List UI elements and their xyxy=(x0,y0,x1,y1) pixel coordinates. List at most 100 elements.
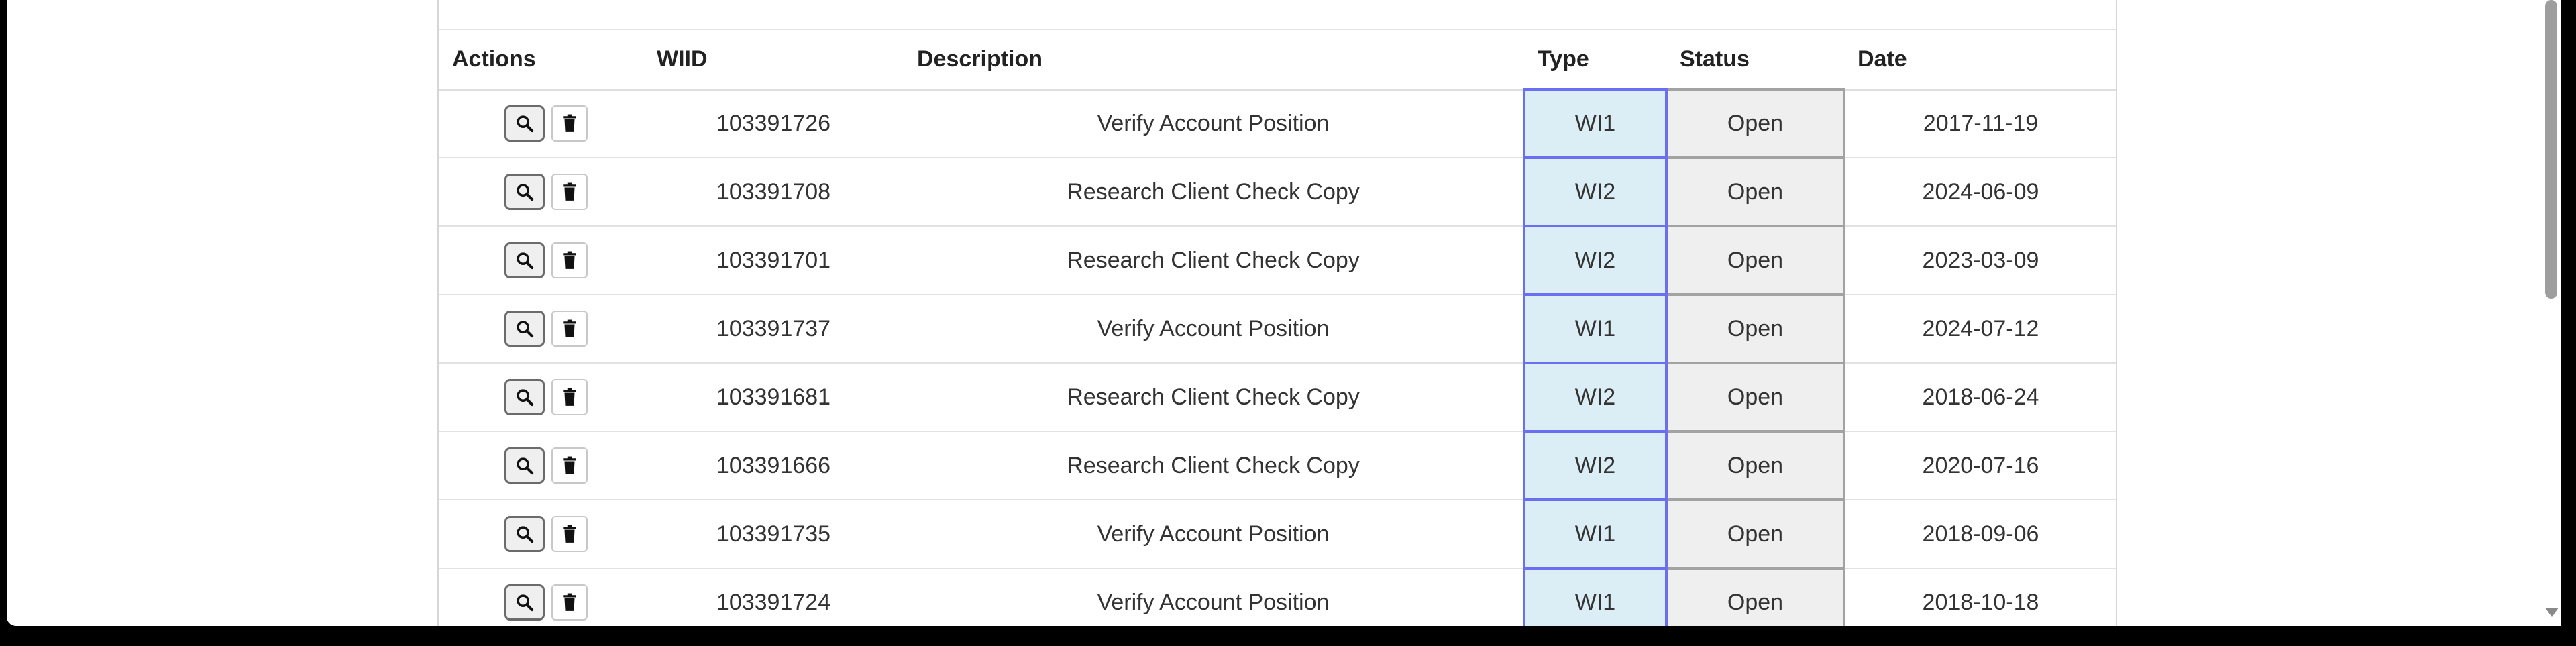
column-header-wiid[interactable]: WIID xyxy=(643,30,904,91)
search-icon xyxy=(517,321,534,338)
row-actions xyxy=(439,89,643,158)
table-header-row: Actions WIID Description Type Status Dat… xyxy=(439,30,2116,91)
description-cell: Verify Account Position xyxy=(904,568,1524,626)
type-cell[interactable]: WI2 xyxy=(1523,430,1668,500)
row-actions xyxy=(439,431,643,500)
column-header-actions: Actions xyxy=(439,30,643,91)
view-button[interactable] xyxy=(504,242,545,278)
delete-button[interactable] xyxy=(551,379,588,415)
search-icon xyxy=(517,457,534,475)
date-cell: 2020-07-16 xyxy=(1844,431,2116,500)
row-actions xyxy=(439,226,643,295)
view-button[interactable] xyxy=(504,516,545,552)
status-cell[interactable]: Open xyxy=(1665,88,1845,158)
trash-icon xyxy=(563,182,576,201)
column-header-date[interactable]: Date xyxy=(1844,30,2116,91)
delete-button[interactable] xyxy=(551,584,588,621)
search-icon xyxy=(517,526,534,543)
scroll-down-arrow-icon[interactable] xyxy=(2545,608,2559,617)
trash-icon xyxy=(563,388,576,406)
table-row[interactable]: 103391666 Research Client Check Copy WI2… xyxy=(439,430,2116,500)
date-cell: 2024-07-12 xyxy=(1844,294,2116,364)
row-actions xyxy=(439,363,643,432)
browser-viewport: Actions WIID Description Type Status Dat… xyxy=(7,0,2541,626)
search-icon xyxy=(517,594,534,612)
delete-button[interactable] xyxy=(551,311,588,347)
vertical-scrollbar[interactable] xyxy=(2541,0,2561,626)
delete-button[interactable] xyxy=(551,242,588,278)
trash-icon xyxy=(563,593,576,611)
table-row[interactable]: 103391681 Research Client Check Copy WI2… xyxy=(439,362,2116,432)
description-cell: Research Client Check Copy xyxy=(904,226,1524,295)
status-cell[interactable]: Open xyxy=(1665,498,1845,569)
window-edge xyxy=(2561,0,2576,646)
column-header-description[interactable]: Description xyxy=(904,30,1524,91)
table-row[interactable]: 103391701 Research Client Check Copy WI2… xyxy=(439,225,2116,295)
delete-button[interactable] xyxy=(551,516,588,552)
view-button[interactable] xyxy=(504,447,545,484)
wiid-cell: 103391666 xyxy=(643,431,904,500)
trash-icon xyxy=(563,456,576,474)
table-row[interactable]: 103391726 Verify Account Position WI1 Op… xyxy=(439,88,2116,158)
description-cell: Research Client Check Copy xyxy=(904,431,1524,500)
table-row[interactable]: 103391708 Research Client Check Copy WI2… xyxy=(439,156,2116,227)
type-cell[interactable]: WI1 xyxy=(1523,498,1668,569)
column-header-status[interactable]: Status xyxy=(1666,30,1844,91)
table-row[interactable]: 103391724 Verify Account Position WI1 Op… xyxy=(439,567,2116,626)
view-button[interactable] xyxy=(504,311,545,347)
type-cell[interactable]: WI2 xyxy=(1523,225,1668,295)
row-actions xyxy=(439,294,643,364)
wiid-cell: 103391726 xyxy=(643,89,904,158)
type-cell[interactable]: WI1 xyxy=(1523,567,1668,626)
work-items-table: Actions WIID Description Type Status Dat… xyxy=(439,30,2116,626)
wiid-cell: 103391737 xyxy=(643,294,904,364)
date-cell: 2017-11-19 xyxy=(1844,89,2116,158)
search-icon xyxy=(517,389,534,407)
date-cell: 2023-03-09 xyxy=(1844,226,2116,295)
row-actions xyxy=(439,158,643,227)
status-cell[interactable]: Open xyxy=(1665,225,1845,295)
table-row[interactable]: 103391737 Verify Account Position WI1 Op… xyxy=(439,293,2116,364)
type-cell[interactable]: WI2 xyxy=(1523,156,1668,227)
type-cell[interactable]: WI1 xyxy=(1523,88,1668,158)
delete-button[interactable] xyxy=(551,105,588,142)
table-body: 103391726 Verify Account Position WI1 Op… xyxy=(439,88,2116,626)
view-button[interactable] xyxy=(504,584,545,621)
search-icon xyxy=(517,184,534,201)
page-background xyxy=(7,0,436,626)
status-cell[interactable]: Open xyxy=(1665,293,1845,364)
status-cell[interactable]: Open xyxy=(1665,156,1845,227)
type-cell[interactable]: WI1 xyxy=(1523,293,1668,364)
row-actions xyxy=(439,568,643,626)
status-cell[interactable]: Open xyxy=(1665,567,1845,626)
work-items-panel: Actions WIID Description Type Status Dat… xyxy=(437,0,2117,626)
description-cell: Research Client Check Copy xyxy=(904,158,1524,227)
description-cell: Research Client Check Copy xyxy=(904,363,1524,432)
view-button[interactable] xyxy=(504,105,545,142)
wiid-cell: 103391681 xyxy=(643,363,904,432)
type-cell[interactable]: WI2 xyxy=(1523,362,1668,432)
date-cell: 2018-06-24 xyxy=(1844,363,2116,432)
scrollbar-thumb[interactable] xyxy=(2545,0,2557,299)
table-row[interactable]: 103391735 Verify Account Position WI1 Op… xyxy=(439,498,2116,569)
description-cell: Verify Account Position xyxy=(904,89,1524,158)
trash-icon xyxy=(563,525,576,543)
description-cell: Verify Account Position xyxy=(904,500,1524,569)
trash-icon xyxy=(563,114,576,133)
delete-button[interactable] xyxy=(551,447,588,484)
view-button[interactable] xyxy=(504,174,545,210)
date-cell: 2018-09-06 xyxy=(1844,500,2116,569)
wiid-cell: 103391724 xyxy=(643,568,904,626)
wiid-cell: 103391708 xyxy=(643,158,904,227)
date-cell: 2024-06-09 xyxy=(1844,158,2116,227)
view-button[interactable] xyxy=(504,379,545,415)
delete-button[interactable] xyxy=(551,174,588,210)
column-header-type[interactable]: Type xyxy=(1524,30,1666,91)
search-icon xyxy=(517,252,534,270)
description-cell: Verify Account Position xyxy=(904,294,1524,364)
status-cell[interactable]: Open xyxy=(1665,430,1845,500)
search-icon xyxy=(517,115,534,133)
trash-icon xyxy=(563,319,576,337)
status-cell[interactable]: Open xyxy=(1665,362,1845,432)
date-cell: 2018-10-18 xyxy=(1844,568,2116,626)
